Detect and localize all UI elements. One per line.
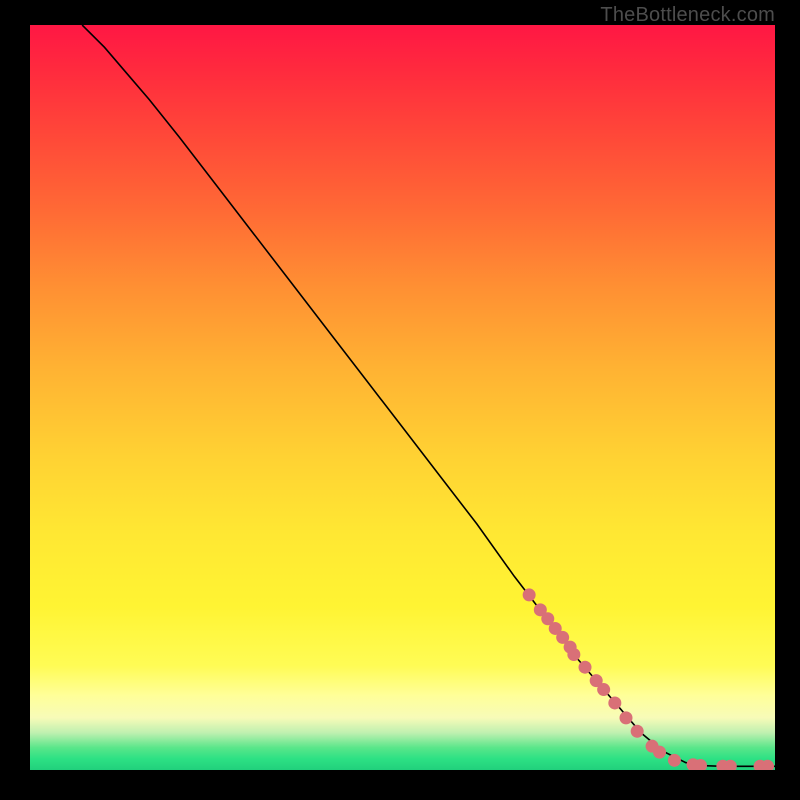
- highlight-dot: [608, 696, 621, 709]
- highlight-dot: [597, 683, 610, 696]
- chart-overlay: [30, 25, 775, 770]
- highlight-dot: [668, 754, 681, 767]
- plot-area: [30, 25, 775, 770]
- watermark-text: TheBottleneck.com: [600, 4, 775, 27]
- highlight-dot: [567, 648, 580, 661]
- highlight-dots: [523, 588, 774, 770]
- curve-path: [82, 25, 775, 766]
- highlight-dot: [523, 588, 536, 601]
- highlight-dot: [579, 661, 592, 674]
- highlight-dot: [631, 725, 644, 738]
- highlight-dot: [620, 711, 633, 724]
- curve-series: [82, 25, 775, 766]
- chart-stage: TheBottleneck.com: [0, 0, 800, 800]
- highlight-dot: [653, 746, 666, 759]
